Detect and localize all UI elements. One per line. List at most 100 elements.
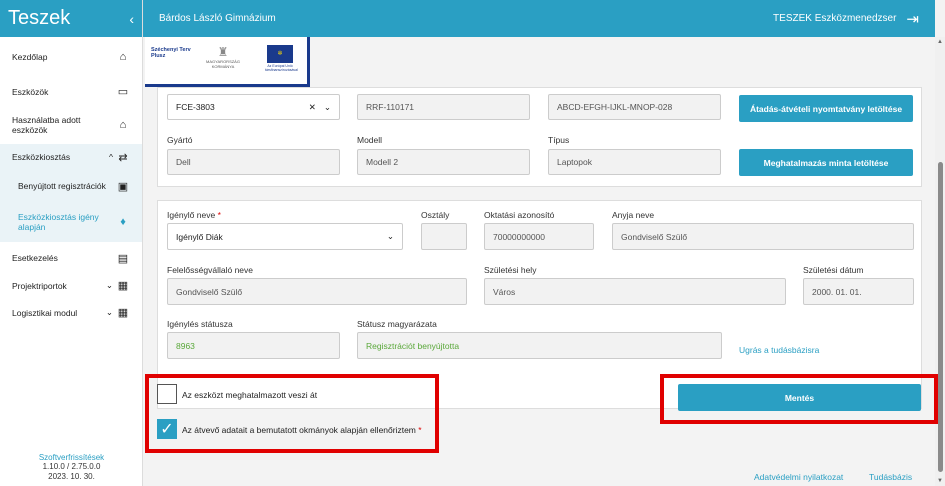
government-crest-icon: ♜ (217, 45, 229, 59)
documents-verified-label: Az átvevő adatait a bemutatott okmányok … (182, 425, 422, 435)
device-code-field: ABCD-EFGH-IJKL-MNOP-028 (548, 94, 721, 120)
clear-icon[interactable]: ✕ (309, 102, 316, 113)
top-bar: Bárdos László Gimnázium TESZEK Eszközmen… (143, 0, 935, 37)
status-description-field: Regisztrációt benyújtotta (357, 332, 722, 359)
chevron-down-icon: ⌄ (105, 280, 113, 290)
sidebar-item-submitted-registrations[interactable]: Benyújtott regisztrációk ▣ (0, 170, 142, 202)
sidebar-item-label: Használatba adott eszközök (12, 115, 81, 135)
sidebar-item-home[interactable]: Kezdőlap ⌂ (0, 37, 142, 77)
sidebar-item-label: Logisztikai modul (12, 307, 78, 318)
sidebar-item-project-reports[interactable]: Projektriportok ⌄ ▦ (0, 272, 142, 299)
collapse-sidebar-icon[interactable]: ‹ (129, 11, 134, 27)
sidebar-item-devices[interactable]: Eszközök ▭ (0, 77, 142, 106)
sidebar-item-logistics[interactable]: Logisztikai modul ⌄ ▦ (0, 299, 142, 326)
status-label: Igénylés státusza (167, 319, 233, 329)
edu-id-value: 70000000000 (493, 231, 546, 242)
release-date: 2023. 10. 30. (48, 471, 95, 481)
laptop-icon: ▭ (117, 86, 129, 98)
scroll-up-icon[interactable]: ▲ (937, 39, 943, 45)
eu-flag-icon: ✲ (267, 45, 293, 63)
chevron-down-icon: ⌄ (105, 307, 113, 317)
logo-line4: Az Európai Unió társfinanszírozásával (265, 64, 298, 72)
manufacturer-label: Gyártó (167, 135, 193, 145)
knowledge-base-jump-link[interactable]: Ugrás a tudásbázisra (739, 345, 819, 355)
clipboard-icon: ▤ (117, 252, 129, 265)
distribution-icon: ⇄ (118, 151, 128, 164)
logo-line2: Plusz (151, 53, 166, 59)
sidebar-item-label: Eszközkiosztás igény alapján (18, 212, 99, 232)
scroll-down-icon[interactable]: ▼ (937, 478, 943, 484)
report-icon: ▦ (117, 280, 129, 292)
mother-name-label: Anyja neve (612, 210, 655, 220)
status-description-label: Státusz magyarázata (357, 319, 437, 329)
serial-value: RRF-110171 (366, 102, 415, 112)
school-name: Bárdos László Gimnázium (159, 13, 276, 24)
download-authorization-template-button[interactable]: Meghatalmazás minta letöltése (739, 149, 913, 176)
proxy-receives-checkbox[interactable] (157, 384, 177, 404)
proxy-receives-label: Az eszközt meghatalmazott veszi át (182, 390, 318, 400)
handover-icon: ⌂ (119, 119, 127, 131)
device-panel: FCE-3803 ✕ ⌄ RRF-110171 ABCD-EFGH-IJKL-M… (157, 87, 922, 187)
sidebar-item-label: Kezdőlap (12, 52, 48, 62)
mother-name-field: Gondviselő Szülő (612, 223, 914, 250)
birthdate-value: 2000. 01. 01. (812, 286, 862, 297)
serial-field: RRF-110171 (357, 94, 530, 120)
sidebar-item-case-handling[interactable]: Esetkezelés ▤ (0, 244, 142, 272)
funding-logo: Széchenyi Terv Plusz ♜ MAGYARORSZÁG KORM… (145, 37, 310, 87)
sidebar-item-demand-distribution[interactable]: Eszközkiosztás igény alapján ♦ (0, 202, 142, 242)
sidebar: Teszek ‹ Kezdőlap ⌂ Eszközök ▭ Használat… (0, 0, 143, 486)
sidebar-item-distribution[interactable]: Eszközkiosztás ^ ⇄ (0, 144, 142, 170)
birthplace-label: Születési hely (484, 265, 537, 275)
software-updates-link[interactable]: Szoftverfrissítések (0, 453, 143, 463)
sidebar-item-label: Eszközök (12, 86, 49, 97)
status-value: 8963 (176, 340, 195, 351)
save-button[interactable]: Mentés (678, 384, 921, 411)
edu-id-field: 70000000000 (484, 223, 594, 250)
inbox-icon: ▣ (117, 180, 129, 193)
model-value: Modell 2 (366, 157, 399, 167)
requester-name-select[interactable]: Igénylő Diák ⌄ (167, 223, 403, 250)
version-text: 1.10.0 / 2.75.0.0 (42, 462, 101, 471)
bulb-icon: ♦ (120, 216, 126, 228)
class-label: Osztály (421, 210, 450, 220)
birthdate-field: 2000. 01. 01. (803, 278, 914, 305)
chevron-down-icon: ⌄ (323, 101, 331, 112)
device-code-value: ABCD-EFGH-IJKL-MNOP-028 (557, 102, 673, 112)
birthdate-label: Születési dátum (803, 265, 864, 275)
class-field (421, 223, 467, 250)
app-title: Teszek (8, 7, 71, 29)
birthplace-field: Város (484, 278, 786, 305)
app-name: TESZEK Eszközmenedzser (773, 13, 897, 24)
scrollbar-thumb[interactable] (938, 162, 943, 472)
checkbox-highlight-box (145, 374, 439, 453)
manufacturer-value: Dell (176, 157, 191, 167)
chevron-down-icon: ⌄ (386, 231, 394, 241)
sidebar-item-used-devices[interactable]: Használatba adott eszközök ⌂ (0, 106, 142, 144)
sidebar-item-label: Projektriportok (12, 280, 67, 291)
sidebar-item-label: Esetkezelés (12, 253, 58, 263)
type-field: Laptopok (548, 149, 721, 175)
edu-id-label: Oktatási azonosító (484, 210, 555, 220)
type-value: Laptopok (557, 157, 592, 167)
knowledge-base-link[interactable]: Tudásbázis (869, 472, 912, 482)
sidebar-group-distribution: Eszközkiosztás ^ ⇄ Benyújtott regisztrác… (0, 144, 142, 242)
logistics-icon: ▦ (117, 307, 129, 319)
guardian-name-field: Gondviselő Szülő (167, 278, 467, 305)
status-field: 8963 (167, 332, 340, 359)
privacy-policy-link[interactable]: Adatvédelmi nyilatkozat (754, 472, 843, 482)
device-id-value: FCE-3803 (176, 102, 215, 112)
sidebar-item-label: Eszközkiosztás (12, 152, 71, 162)
documents-verified-checkbox[interactable]: ✓ (157, 419, 177, 439)
sidebar-footer: Szoftverfrissítések 1.10.0 / 2.75.0.0 20… (0, 453, 143, 482)
birthplace-value: Város (493, 286, 516, 297)
model-label: Modell (357, 135, 383, 145)
main-content: Széchenyi Terv Plusz ♜ MAGYARORSZÁG KORM… (143, 37, 938, 486)
download-handover-form-button[interactable]: Átadás-átvételi nyomtatvány letöltése (739, 95, 913, 122)
guardian-name-label: Felelősségvállaló neve (167, 265, 253, 275)
logout-icon[interactable]: ⇥ (906, 10, 919, 28)
device-id-select[interactable]: FCE-3803 ✕ ⌄ (167, 94, 340, 120)
chevron-up-icon: ^ (109, 152, 113, 162)
logo-line3: MAGYARORSZÁG KORMÁNYA (206, 59, 240, 69)
requester-name-value: Igénylő Diák (176, 231, 223, 242)
sidebar-header: Teszek ‹ (0, 0, 142, 37)
